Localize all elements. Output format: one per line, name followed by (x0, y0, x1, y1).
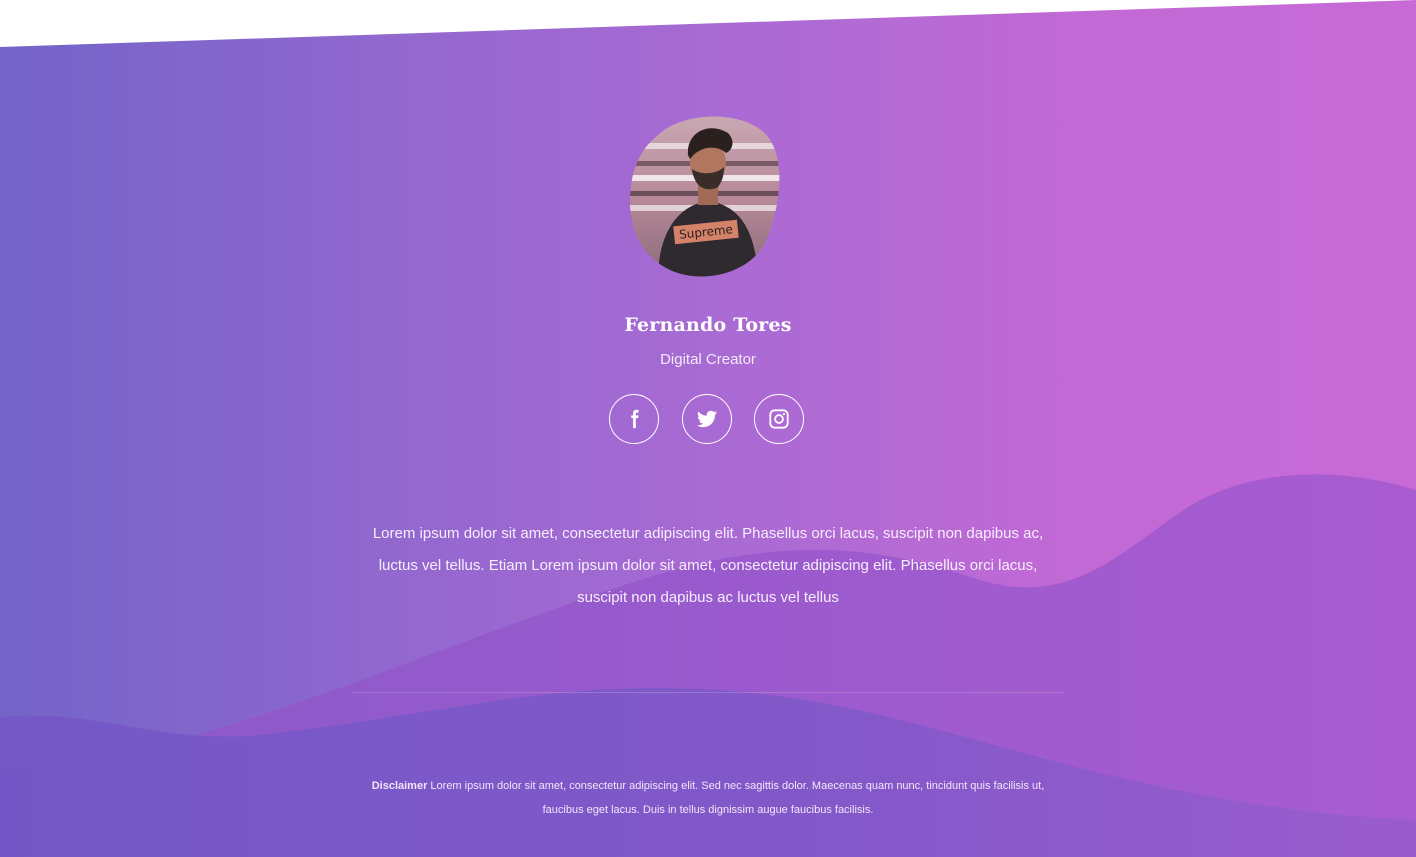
profile-content: Supreme Fernando Tores Digital Creator L… (0, 0, 1416, 857)
bio-text: Lorem ipsum dolor sit amet, consectetur … (372, 525, 1044, 606)
instagram-button[interactable] (754, 394, 804, 444)
disclaimer: Disclaimer Lorem ipsum dolor sit amet, c… (366, 774, 1050, 822)
twitter-button[interactable] (682, 394, 732, 444)
facebook-icon (631, 409, 639, 429)
disclaimer-label: Disclaimer (371, 780, 428, 792)
instagram-icon (769, 409, 789, 429)
profile-page: Supreme Fernando Tores Digital Creator L… (0, 0, 1416, 857)
profile-role: Digital Creator (660, 351, 756, 368)
twitter-icon (696, 410, 718, 428)
facebook-button[interactable] (609, 394, 659, 444)
divider (352, 692, 1064, 693)
disclaimer-text: Lorem ipsum dolor sit amet, consectetur … (427, 780, 1045, 816)
social-links (609, 394, 809, 448)
avatar: Supreme (628, 113, 780, 279)
profile-name: Fernando Tores (624, 314, 792, 336)
